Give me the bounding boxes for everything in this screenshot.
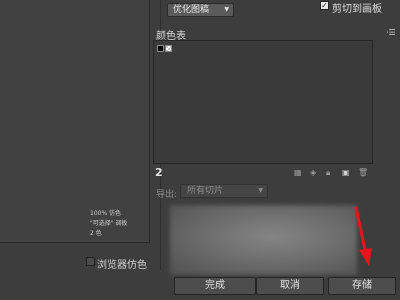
export-select[interactable]: 所有切片 ▼ [180,184,268,198]
map-to-transparent-icon[interactable]: ▦ [294,168,302,177]
panel-menu-icon[interactable]: ⋅☰ [386,28,396,37]
clip-to-artboard-checkbox[interactable]: ✓ [320,1,329,10]
colors-info: 2 色 [90,230,102,237]
save-button[interactable]: 存储 [328,277,396,295]
chevron-down-icon: ▼ [258,187,263,194]
cancel-button[interactable]: 取消 [256,277,324,295]
optimize-algorithm-value: 优化图稿 [173,5,210,15]
red-arrow-annotation [354,206,372,266]
clip-to-artboard-label: 剪切到画板 [332,4,382,15]
trash-icon[interactable]: 🗑︎ [358,168,368,177]
optimize-algorithm-select[interactable]: 优化图稿 ▼ [167,3,234,17]
color-swatch-transparent[interactable] [165,45,172,52]
color-table[interactable] [153,40,373,164]
new-color-icon[interactable]: ▣ [342,168,350,177]
lock-color-icon[interactable]: 🔒︎ [326,168,330,178]
color-swatch-black[interactable] [157,45,164,52]
preview-pane [0,0,150,243]
browser-dither-checkbox[interactable] [86,257,95,266]
web-shift-icon[interactable]: ◈ [310,168,316,177]
blurred-watermark [170,205,357,275]
done-button[interactable]: 完成 [174,277,256,295]
palette-info: "可选择" 调板 [90,220,128,227]
browser-dither-label: 浏览器仿色 [97,260,147,271]
export-value: 所有切片 [187,186,224,196]
export-label: 导出: [156,190,178,200]
dither-info: 100% 仿色 [90,210,122,217]
chevron-down-icon: ▼ [224,6,229,13]
color-count: 2 [155,166,163,179]
